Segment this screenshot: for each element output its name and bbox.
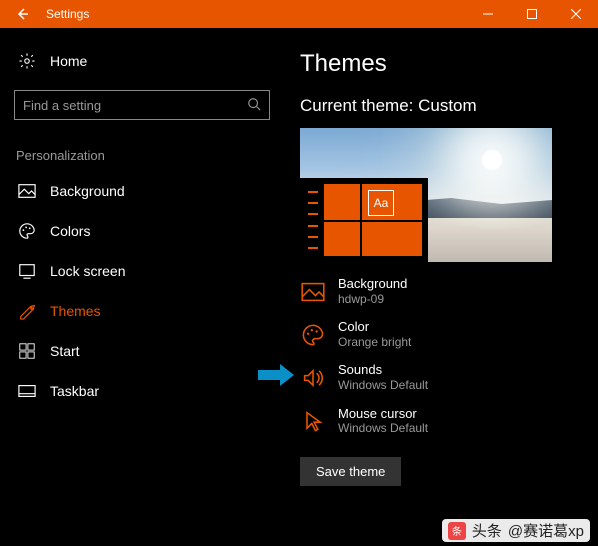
window-title: Settings — [46, 7, 466, 21]
sidebar-home[interactable]: Home — [14, 44, 270, 78]
sidebar-item-background[interactable]: Background — [14, 171, 270, 211]
theme-setting-sounds[interactable]: Sounds Windows Default — [300, 362, 588, 393]
save-theme-button[interactable]: Save theme — [300, 457, 401, 486]
close-button[interactable] — [554, 0, 598, 28]
sidebar-item-taskbar[interactable]: Taskbar — [14, 371, 270, 411]
sidebar: Home Find a setting Personalization Back… — [0, 28, 280, 546]
main-panel: Themes Current theme: Custom Aa Backgrou… — [280, 28, 598, 546]
setting-title: Mouse cursor — [338, 406, 428, 422]
sidebar-item-colors[interactable]: Colors — [14, 211, 270, 251]
theme-preview[interactable]: Aa — [300, 128, 552, 262]
search-icon — [247, 97, 261, 114]
sidebar-category: Personalization — [14, 148, 270, 163]
theme-setting-color[interactable]: Color Orange bright — [300, 319, 588, 350]
pointer-arrow-icon — [258, 364, 294, 386]
taskbar-icon — [18, 382, 36, 400]
preview-sample-text: Aa — [368, 190, 394, 216]
sidebar-home-label: Home — [50, 53, 87, 69]
lockscreen-icon — [18, 262, 36, 280]
current-theme-label: Current theme: Custom — [300, 96, 588, 116]
picture-icon — [18, 182, 36, 200]
watermark-brand: 头条 — [472, 520, 502, 541]
setting-title: Color — [338, 319, 411, 335]
search-input[interactable]: Find a setting — [14, 90, 270, 120]
sidebar-item-label: Lock screen — [50, 263, 125, 279]
setting-value: Windows Default — [338, 421, 428, 437]
setting-title: Background — [338, 276, 407, 292]
start-icon — [18, 342, 36, 360]
sidebar-item-label: Colors — [50, 223, 90, 239]
search-placeholder: Find a setting — [23, 98, 247, 113]
watermark-logo: 条 — [448, 522, 466, 540]
setting-value: Windows Default — [338, 378, 428, 394]
themes-icon — [18, 302, 36, 320]
minimize-button[interactable] — [466, 0, 510, 28]
sidebar-item-start[interactable]: Start — [14, 331, 270, 371]
watermark-author: @赛诺葛xp — [508, 520, 584, 541]
maximize-button[interactable] — [510, 0, 554, 28]
palette-icon — [18, 222, 36, 240]
sidebar-item-lockscreen[interactable]: Lock screen — [14, 251, 270, 291]
picture-icon — [300, 279, 326, 305]
sound-icon — [300, 365, 326, 391]
setting-title: Sounds — [338, 362, 428, 378]
sidebar-item-label: Start — [50, 343, 80, 359]
page-title: Themes — [300, 50, 588, 78]
back-button[interactable] — [0, 0, 44, 28]
watermark: 条 头条 @赛诺葛xp — [442, 519, 590, 542]
setting-value: hdwp-09 — [338, 292, 407, 308]
theme-setting-cursor[interactable]: Mouse cursor Windows Default — [300, 406, 588, 437]
palette-icon — [300, 322, 326, 348]
setting-value: Orange bright — [338, 335, 411, 351]
titlebar: Settings — [0, 0, 598, 28]
cursor-icon — [300, 408, 326, 434]
sidebar-item-label: Themes — [50, 303, 101, 319]
sidebar-item-themes[interactable]: Themes — [14, 291, 270, 331]
theme-setting-background[interactable]: Background hdwp-09 — [300, 276, 588, 307]
sidebar-item-label: Background — [50, 183, 125, 199]
gear-icon — [18, 52, 36, 70]
sidebar-item-label: Taskbar — [50, 383, 99, 399]
